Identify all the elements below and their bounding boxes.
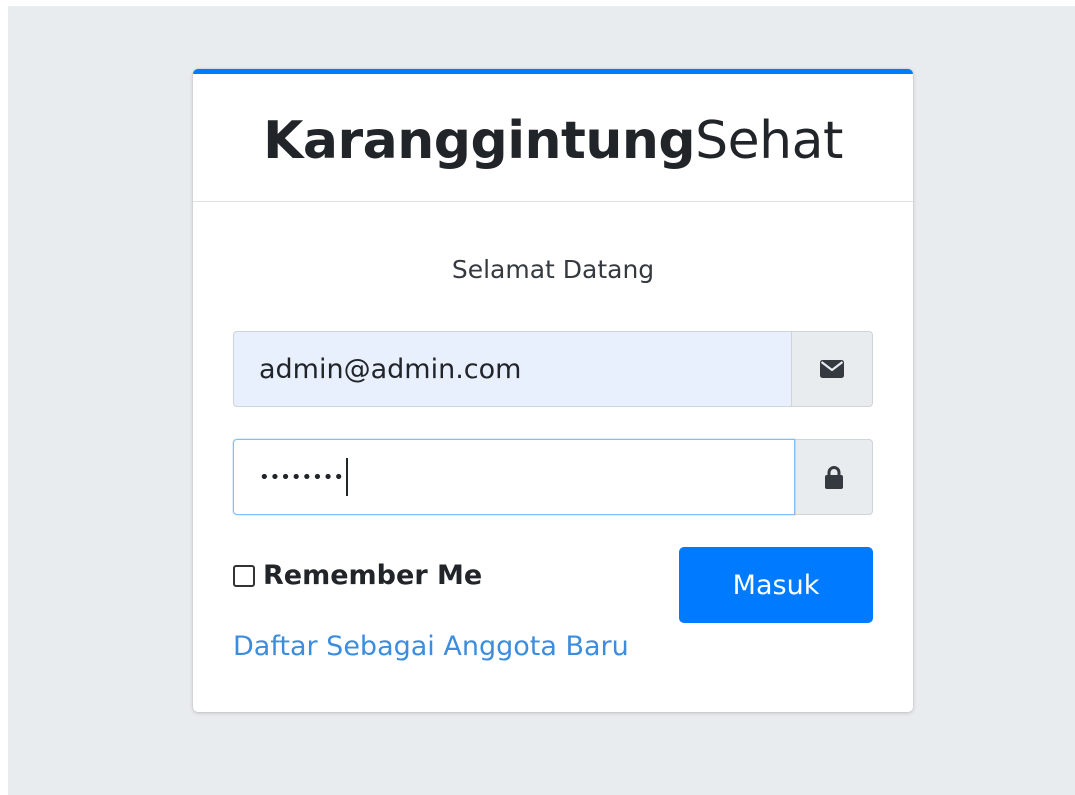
lock-icon xyxy=(825,466,843,489)
brand-logo[interactable]: KaranggintungSehat xyxy=(263,111,843,171)
text-caret xyxy=(345,458,348,496)
envelope-icon xyxy=(820,360,844,378)
brand-bold-text: Karanggintung xyxy=(263,110,696,171)
password-addon xyxy=(795,439,873,515)
password-field[interactable]: •••••••• xyxy=(233,439,795,515)
password-input-group: •••••••• xyxy=(233,439,873,515)
password-mask: •••••••• xyxy=(259,466,344,488)
email-addon xyxy=(791,331,873,407)
remember-me[interactable]: Remember Me xyxy=(233,560,482,591)
remember-label[interactable]: Remember Me xyxy=(263,560,482,591)
card-header: KaranggintungSehat xyxy=(193,74,913,202)
email-field[interactable]: admin@admin.com xyxy=(233,331,791,407)
login-button[interactable]: Masuk xyxy=(679,547,873,623)
login-card: KaranggintungSehat Selamat Datang admin@… xyxy=(193,69,913,712)
welcome-message: Selamat Datang xyxy=(451,255,655,284)
email-input-group: admin@admin.com xyxy=(233,331,873,407)
remember-checkbox[interactable] xyxy=(233,564,255,587)
register-link[interactable]: Daftar Sebagai Anggota Baru xyxy=(233,631,629,662)
brand-light-text: Sehat xyxy=(695,110,843,171)
